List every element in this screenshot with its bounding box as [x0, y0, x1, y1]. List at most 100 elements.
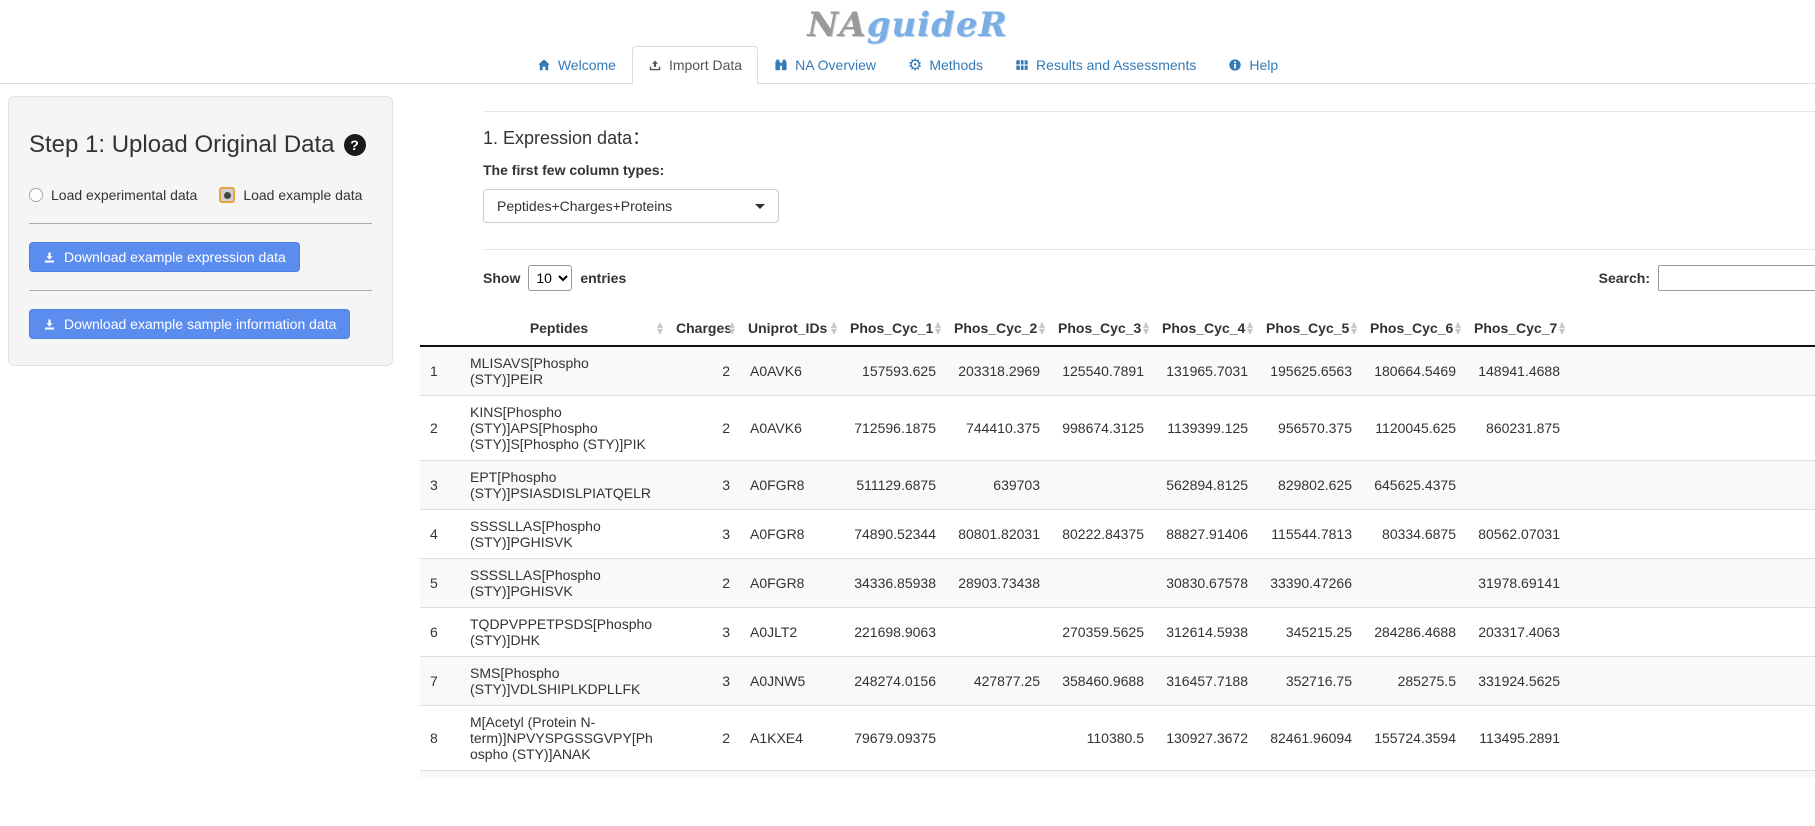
radio-label: Load example data — [243, 187, 362, 203]
value-cell: 639703 — [946, 461, 1050, 510]
sort-icons: ▲▼ — [1351, 321, 1357, 335]
main-nav: Welcome Import Data NA Overview ⚙ Method… — [0, 46, 1815, 84]
value-cell: 180664.5469 — [1362, 346, 1466, 396]
divider — [483, 249, 1815, 250]
value-cell: 1120045.625 — [1362, 396, 1466, 461]
value-cell: 284286.4688 — [1362, 608, 1466, 657]
radio-load-experimental[interactable]: Load experimental data — [29, 187, 197, 203]
divider — [29, 223, 372, 224]
value-cell: 157593.625 — [842, 346, 946, 396]
uniprot-cell: A0FGR8 — [740, 510, 842, 559]
question-circle-icon[interactable]: ? — [344, 134, 366, 156]
peptide-cell: SMS[Phospho (STY)]VDLSHIPLKDPLLFK — [460, 657, 668, 706]
radio-unchecked-icon[interactable] — [29, 188, 43, 202]
value-cell: 125540.7891 — [1050, 346, 1154, 396]
col-header-phos_cyc_4[interactable]: Phos_Cyc_4▲▼ — [1154, 311, 1258, 346]
value-cell — [946, 706, 1050, 771]
value-cell: 82461.96094 — [1258, 706, 1362, 771]
uniprot-cell: A0JLT2 — [740, 608, 842, 657]
col-header-phos_cyc_1[interactable]: Phos_Cyc_1▲▼ — [842, 311, 946, 346]
value-cell: 74890.52344 — [842, 510, 946, 559]
caret-down-icon — [755, 204, 765, 209]
page-length-select[interactable]: 10 — [528, 265, 572, 291]
value-cell: 28903.73438 — [946, 559, 1050, 608]
col-header-label: Phos_Cyc_3 — [1058, 320, 1141, 336]
row-index-cell: 2 — [420, 396, 460, 461]
binoculars-icon — [774, 58, 788, 72]
peptide-cell: EPT[Phospho (STY)]PSIASDISLPIATQELR — [460, 461, 668, 510]
value-cell: 130927.3672 — [1154, 706, 1258, 771]
download-expression-button[interactable]: Download example expression data — [29, 242, 300, 272]
row-index-cell: 5 — [420, 559, 460, 608]
col-header-phos_cyc_5[interactable]: Phos_Cyc_5▲▼ — [1258, 311, 1362, 346]
logo-na: NA — [807, 5, 866, 45]
charge-cell: 3 — [668, 657, 740, 706]
col-header-phos_cyc_6[interactable]: Phos_Cyc_6▲▼ — [1362, 311, 1466, 346]
radio-label: Load experimental data — [51, 187, 197, 203]
value-cell: 31978.69141 — [1466, 559, 1570, 608]
value-cell — [1050, 559, 1154, 608]
value-cell: 88827.91406 — [1154, 510, 1258, 559]
search-input[interactable] — [1658, 265, 1815, 291]
table-body: 1MLISAVS[Phospho (STY)]PEIR2A0AVK6157593… — [420, 346, 1815, 770]
value-cell: 80562.07031 — [1466, 510, 1570, 559]
download-sample-info-button[interactable]: Download example sample information data — [29, 309, 350, 339]
tab-methods[interactable]: ⚙ Methods — [892, 46, 999, 84]
app-logo: NAguideR — [807, 5, 1008, 45]
uniprot-cell: A0AVK6 — [740, 346, 842, 396]
col-header-charges[interactable]: Charges▲▼ — [668, 311, 740, 346]
tab-label: Import Data — [669, 57, 742, 73]
sort-icons: ▲▼ — [935, 321, 941, 335]
value-cell: 131965.7031 — [1154, 346, 1258, 396]
filler-cell — [1570, 346, 1815, 396]
row-index-cell: 7 — [420, 657, 460, 706]
divider — [29, 290, 372, 291]
tab-results-assessments[interactable]: Results and Assessments — [999, 46, 1212, 84]
tab-import-data[interactable]: Import Data — [632, 46, 758, 84]
panel-title: Step 1: Upload Original Data ? — [29, 131, 372, 159]
value-cell: 316457.7188 — [1154, 657, 1258, 706]
tab-label: NA Overview — [795, 57, 876, 73]
value-cell: 345215.25 — [1258, 608, 1362, 657]
uniprot-cell: A1KXE4 — [740, 706, 842, 771]
uniprot-cell: A0AVK6 — [740, 396, 842, 461]
expression-table: Peptides▲▼Charges▲▼Uniprot_IDs▲▼Phos_Cyc… — [420, 311, 1815, 770]
value-cell: 195625.6563 — [1258, 346, 1362, 396]
value-cell: 712596.1875 — [842, 396, 946, 461]
upload-icon — [648, 58, 662, 72]
entries-label: entries — [580, 270, 626, 286]
tab-welcome[interactable]: Welcome — [521, 46, 632, 84]
sort-icons: ▲▼ — [1455, 321, 1461, 335]
col-header-phos_cyc_3[interactable]: Phos_Cyc_3▲▼ — [1050, 311, 1154, 346]
table-icon — [1015, 58, 1029, 72]
radio-load-example[interactable]: Load example data — [219, 187, 362, 203]
col-header-phos_cyc_2[interactable]: Phos_Cyc_2▲▼ — [946, 311, 1050, 346]
table-controls: Show 10 entries Search: — [483, 265, 1815, 291]
value-cell: 79679.09375 — [842, 706, 946, 771]
filler-cell — [1570, 461, 1815, 510]
col-header-uniprot_ids[interactable]: Uniprot_IDs▲▼ — [740, 311, 842, 346]
tab-help[interactable]: Help — [1212, 46, 1294, 84]
col-header-label: Phos_Cyc_5 — [1266, 320, 1349, 336]
value-cell: 312614.5938 — [1154, 608, 1258, 657]
radio-checked-icon[interactable] — [219, 187, 235, 203]
col-header-phos_cyc_7[interactable]: Phos_Cyc_7▲▼ — [1466, 311, 1570, 346]
column-types-dropdown[interactable]: Peptides+Charges+Proteins — [483, 189, 779, 223]
charge-cell: 2 — [668, 396, 740, 461]
tab-na-overview[interactable]: NA Overview — [758, 46, 892, 84]
sort-icons: ▲▼ — [657, 321, 663, 335]
charge-cell: 3 — [668, 461, 740, 510]
table-row: 5SSSSLLAS[Phospho (STY)]PGHISVK2A0FGR834… — [420, 559, 1815, 608]
col-header-label: Phos_Cyc_1 — [850, 320, 933, 336]
value-cell: 352716.75 — [1258, 657, 1362, 706]
table-row: 8M[Acetyl (Protein N-term)]NPVYSPGSSGVPY… — [420, 706, 1815, 771]
charge-cell: 2 — [668, 559, 740, 608]
info-icon — [1228, 58, 1242, 72]
dropdown-value: Peptides+Charges+Proteins — [497, 198, 672, 214]
value-cell: 80222.84375 — [1050, 510, 1154, 559]
value-cell: 270359.5625 — [1050, 608, 1154, 657]
col-header-peptides[interactable]: Peptides▲▼ — [460, 311, 668, 346]
download-icon — [43, 318, 56, 331]
value-cell: 115544.7813 — [1258, 510, 1362, 559]
uniprot-cell: A0JNW5 — [740, 657, 842, 706]
